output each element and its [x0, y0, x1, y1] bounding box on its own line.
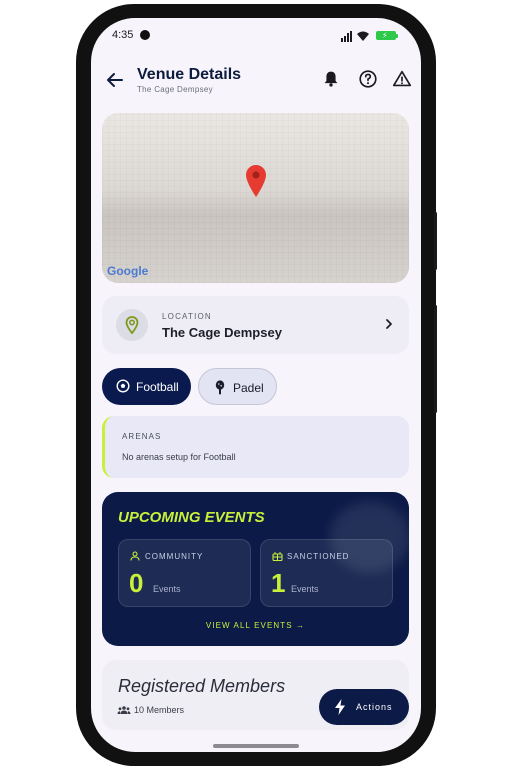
- sanctioned-unit: Events: [291, 584, 319, 594]
- bell-icon[interactable]: [320, 68, 342, 90]
- status-time: 4:35: [112, 29, 134, 41]
- arenas-card: ARENAS No arenas setup for Football: [102, 416, 409, 478]
- camera-cutout: [140, 30, 150, 40]
- arenas-empty-text: No arenas setup for Football: [122, 452, 236, 462]
- stadium-icon: [272, 552, 283, 562]
- location-icon-badge: [116, 309, 148, 341]
- sport-chip-padel[interactable]: Padel: [198, 368, 277, 405]
- app-screen: 4:35 ⚡ Venue Details The Cage Dempsey Go…: [91, 18, 421, 752]
- google-attribution: Google: [107, 264, 149, 278]
- sanctioned-label: SANCTIONED: [287, 552, 350, 561]
- actions-label: Actions: [356, 702, 393, 712]
- upcoming-events-title: UPCOMING EVENTS: [118, 509, 265, 526]
- signal-wifi-icon: [341, 31, 369, 42]
- padel-racket-icon: [215, 380, 225, 395]
- back-arrow-icon[interactable]: [103, 68, 127, 92]
- sport-chip-label: Football: [136, 380, 179, 394]
- chevron-right-icon: [386, 319, 392, 329]
- members-count: 10 Members: [134, 705, 185, 715]
- actions-fab[interactable]: Actions: [319, 689, 409, 725]
- sport-chip-label: Padel: [233, 381, 264, 395]
- community-unit: Events: [153, 584, 181, 594]
- group-icon: [117, 706, 131, 714]
- app-header: Venue Details The Cage Dempsey: [91, 62, 421, 112]
- person-icon: [130, 551, 140, 561]
- power-button: [434, 305, 437, 413]
- location-pin-icon: [125, 316, 139, 335]
- venue-map[interactable]: Google: [102, 113, 409, 283]
- community-label: COMMUNITY: [145, 552, 204, 561]
- members-title: Registered Members: [118, 676, 286, 696]
- page-subtitle: The Cage Dempsey: [137, 85, 213, 94]
- arenas-label: ARENAS: [122, 432, 162, 441]
- upcoming-events-card: UPCOMING EVENTS COMMUNITY 0 Events SANCT…: [102, 492, 409, 646]
- battery-cap: [396, 34, 398, 38]
- community-events-box[interactable]: COMMUNITY 0 Events: [118, 539, 251, 607]
- community-count: 0: [129, 568, 144, 598]
- map-pin-icon[interactable]: [246, 165, 266, 197]
- sanctioned-count: 1: [271, 568, 286, 598]
- charging-icon: ⚡: [382, 31, 388, 40]
- help-icon[interactable]: [357, 68, 379, 90]
- soccer-ball-icon: [116, 379, 130, 393]
- volume-button: [434, 212, 437, 270]
- sanctioned-events-box[interactable]: SANCTIONED 1 Events: [260, 539, 393, 607]
- location-card[interactable]: LOCATION The Cage Dempsey: [102, 296, 409, 354]
- location-label: LOCATION: [162, 312, 212, 321]
- home-indicator[interactable]: [213, 744, 299, 748]
- page-title: Venue Details: [137, 66, 242, 83]
- warning-icon[interactable]: [391, 68, 413, 90]
- view-all-events-link[interactable]: VIEW ALL EVENTS →: [102, 621, 409, 630]
- location-name: The Cage Dempsey: [162, 325, 282, 340]
- sport-chip-football[interactable]: Football: [102, 368, 191, 405]
- status-bar: 4:35 ⚡: [91, 18, 421, 54]
- lightning-icon: [335, 699, 345, 715]
